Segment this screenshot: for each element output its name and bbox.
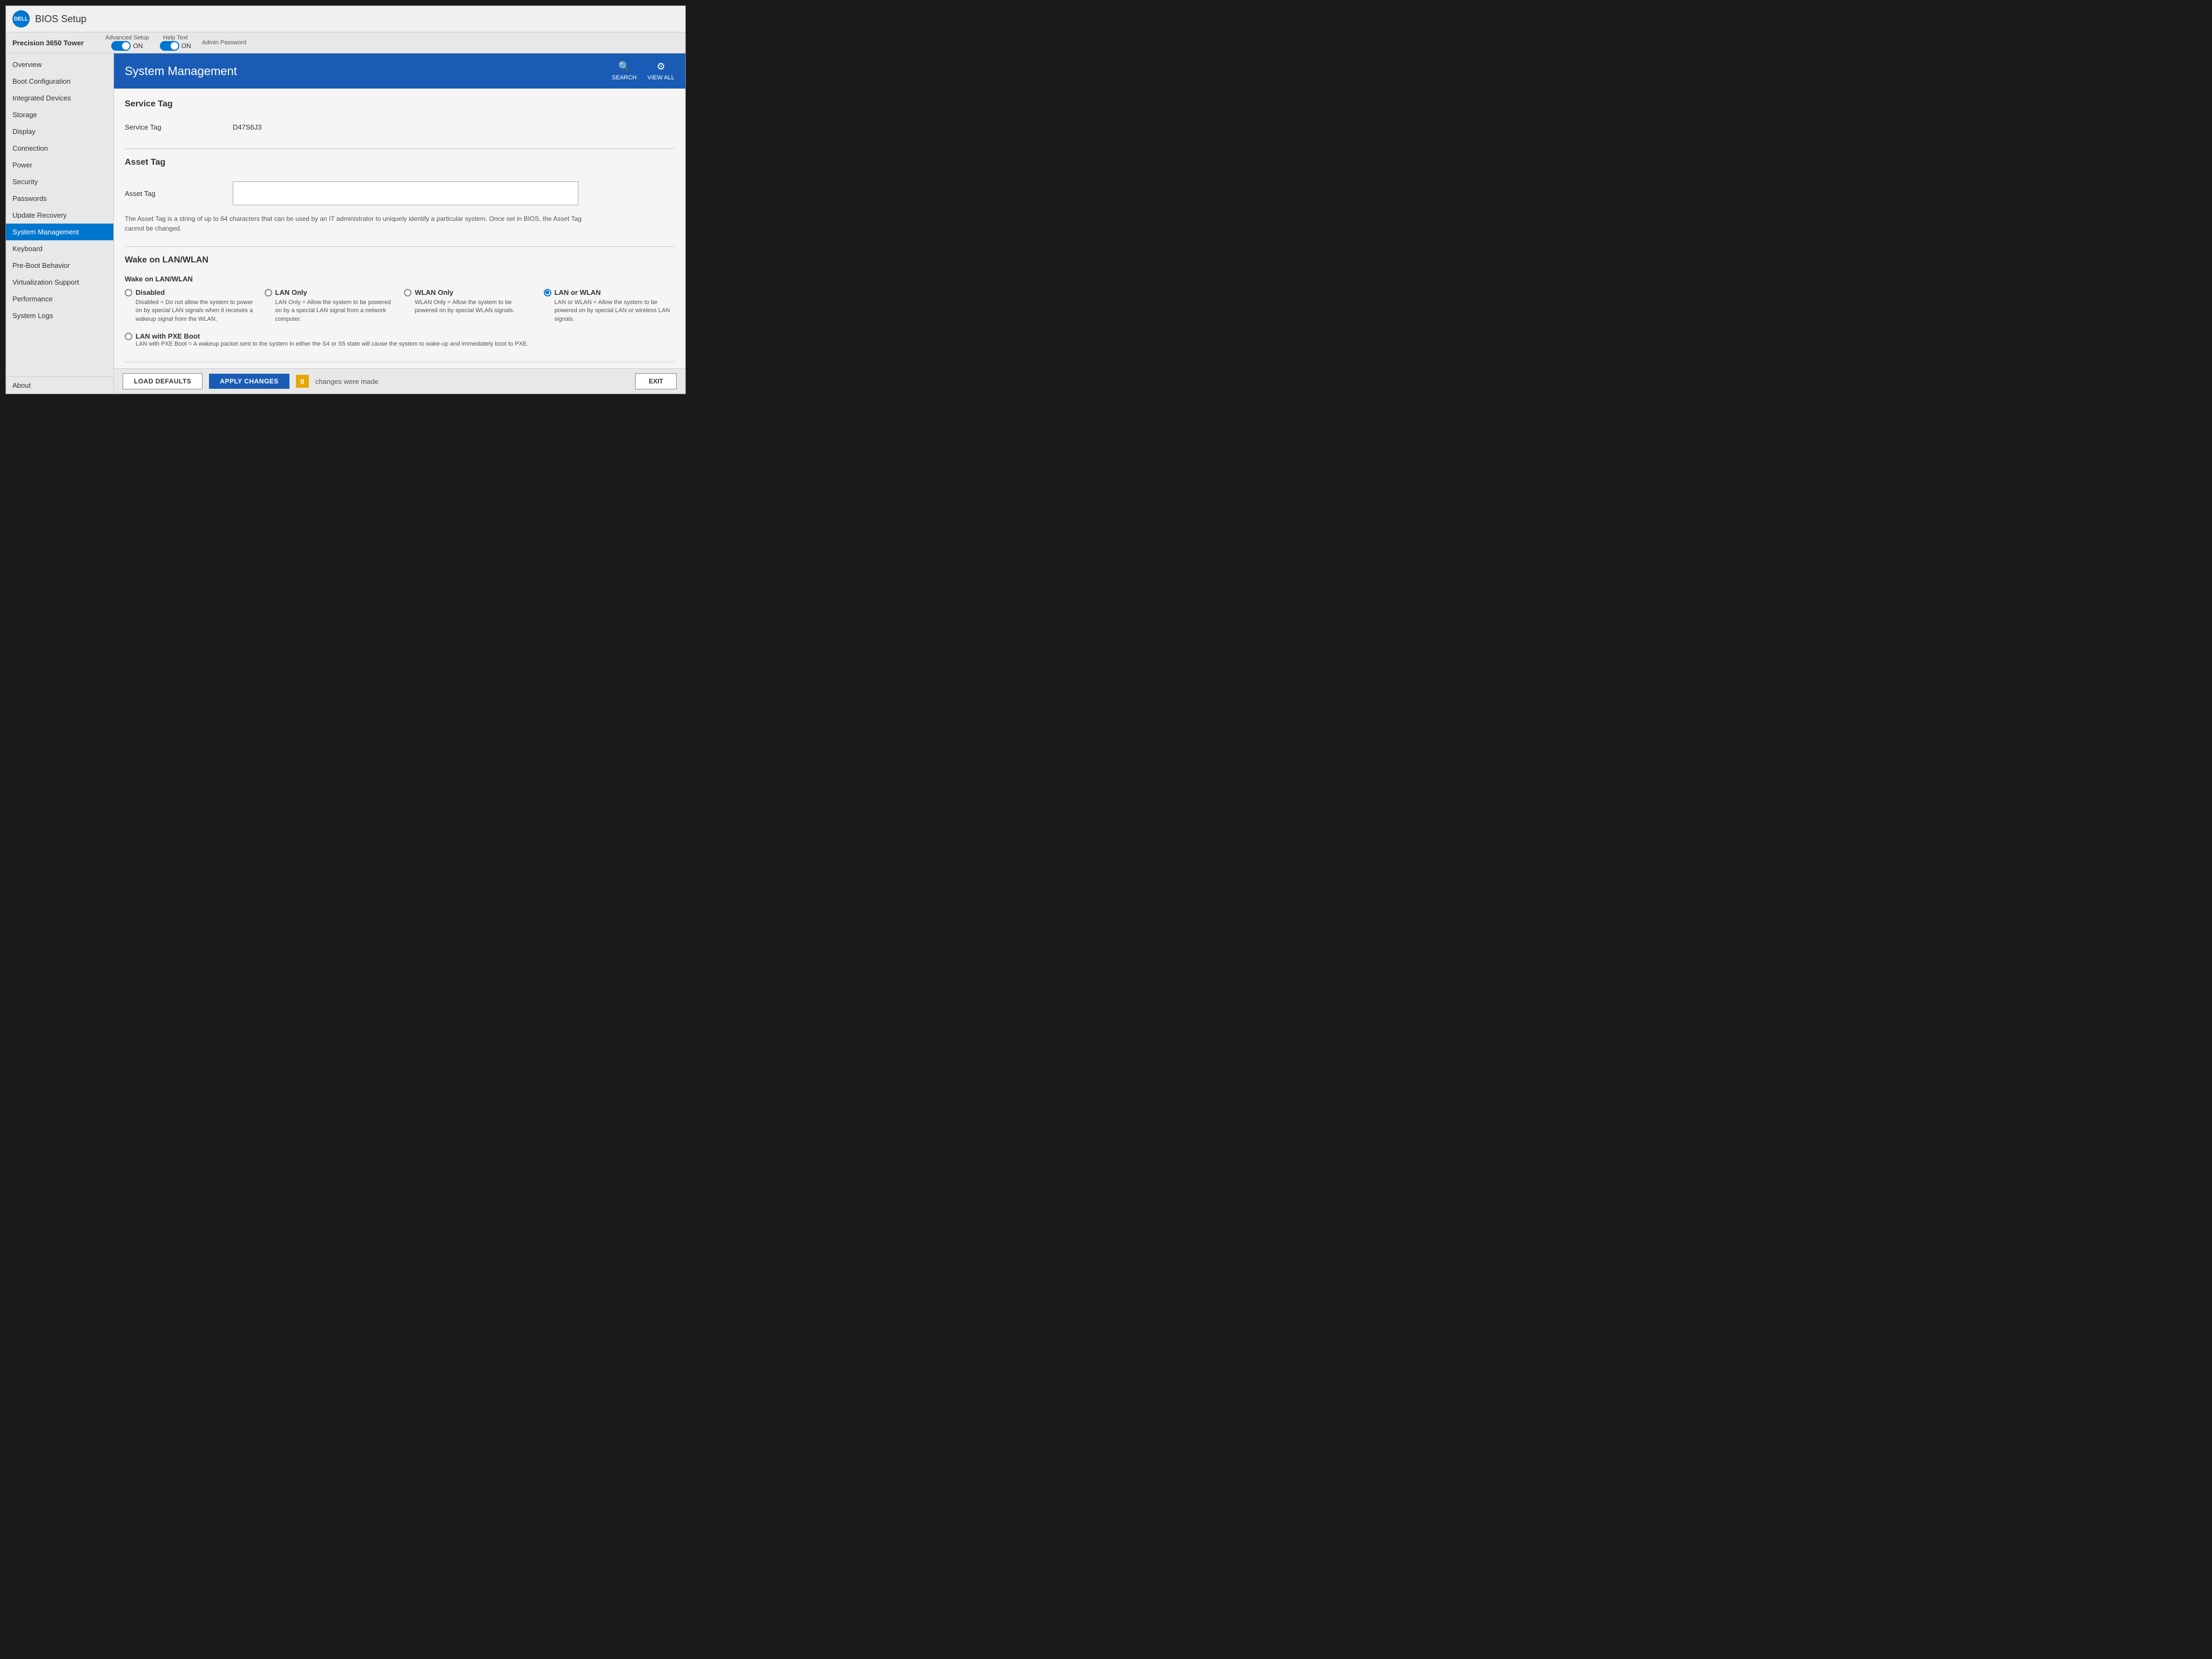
service-tag-label: Service Tag bbox=[125, 123, 233, 131]
divider-2 bbox=[125, 246, 675, 247]
content-panel: System Management 🔍 SEARCH ⚙ VIEW ALL bbox=[114, 53, 685, 394]
radio-label-lan-only: LAN Only bbox=[275, 288, 307, 296]
changes-count-badge: 0 bbox=[296, 375, 309, 388]
sidebar-item-virtualization-support[interactable]: Virtualization Support bbox=[6, 274, 113, 291]
radio-header-lan-or-wlan[interactable]: LAN or WLAN bbox=[544, 288, 675, 296]
radio-label-wlan-only: WLAN Only bbox=[415, 288, 454, 296]
help-text-label: Help Text bbox=[163, 35, 188, 41]
radio-btn-wlan-only[interactable] bbox=[404, 289, 412, 296]
sidebar-item-system-logs[interactable]: System Logs bbox=[6, 307, 113, 324]
sidebar-item-boot-configuration[interactable]: Boot Configuration bbox=[6, 73, 113, 90]
sidebar-item-security[interactable]: Security bbox=[6, 173, 113, 190]
view-all-icon: ⚙ bbox=[657, 61, 665, 72]
radio-option-lan-only: LAN Only LAN Only = Allow the system to … bbox=[265, 288, 396, 323]
service-tag-value: D47S6J3 bbox=[233, 123, 261, 131]
search-icon: 🔍 bbox=[618, 61, 630, 72]
radio-option-pxe: LAN with PXE Boot LAN with PXE Boot = A … bbox=[125, 332, 675, 348]
sidebar-container: Overview Boot Configuration Integrated D… bbox=[6, 56, 113, 394]
asset-tag-section: Asset Tag Asset Tag The Asset Tag is a s… bbox=[125, 158, 675, 233]
asset-tag-description: The Asset Tag is a string of up to 64 ch… bbox=[125, 214, 595, 233]
content-header: System Management 🔍 SEARCH ⚙ VIEW ALL bbox=[114, 53, 685, 89]
radio-option-wlan-only: WLAN Only WLAN Only = Allow the system t… bbox=[404, 288, 535, 323]
asset-tag-input[interactable] bbox=[233, 181, 578, 205]
wake-on-lan-subtitle: Wake on LAN/WLAN bbox=[125, 275, 675, 283]
asset-tag-row: Asset Tag bbox=[125, 177, 675, 210]
advanced-setup-state: ON bbox=[133, 42, 143, 50]
bios-window: DELL BIOS Setup Precision 3650 Tower Adv… bbox=[5, 5, 686, 394]
radio-label-pxe: LAN with PXE Boot bbox=[136, 332, 200, 340]
radio-header-pxe[interactable]: LAN with PXE Boot bbox=[125, 332, 675, 340]
service-tag-title: Service Tag bbox=[125, 99, 675, 111]
sidebar-item-keyboard[interactable]: Keyboard bbox=[6, 240, 113, 257]
search-button[interactable]: 🔍 SEARCH bbox=[612, 61, 637, 81]
load-defaults-button[interactable]: LOAD DEFAULTS bbox=[123, 373, 203, 389]
asset-tag-title: Asset Tag bbox=[125, 158, 675, 170]
advanced-setup-toggle-group: Advanced Setup ON bbox=[105, 35, 149, 51]
radio-desc-lan-only: LAN Only = Allow the system to be powere… bbox=[265, 299, 396, 323]
header-actions: 🔍 SEARCH ⚙ VIEW ALL bbox=[612, 61, 675, 81]
radio-btn-lan-or-wlan[interactable] bbox=[544, 289, 551, 296]
device-name: Precision 3650 Tower bbox=[12, 39, 84, 47]
asset-tag-label: Asset Tag bbox=[125, 190, 233, 198]
sidebar-item-integrated-devices[interactable]: Integrated Devices bbox=[6, 90, 113, 106]
sidebar-item-storage[interactable]: Storage bbox=[6, 106, 113, 123]
radio-option-disabled: Disabled Disabled = Do not allow the sys… bbox=[125, 288, 256, 323]
advanced-setup-toggle[interactable]: ON bbox=[111, 41, 143, 51]
sidebar: Overview Boot Configuration Integrated D… bbox=[6, 53, 114, 394]
wake-on-lan-title: Wake on LAN/WLAN bbox=[125, 255, 675, 267]
sidebar-item-display[interactable]: Display bbox=[6, 123, 113, 140]
help-text-state: ON bbox=[181, 42, 191, 50]
toolbar: Precision 3650 Tower Advanced Setup ON H… bbox=[6, 32, 685, 53]
dell-logo: DELL bbox=[12, 10, 30, 28]
advanced-setup-switch[interactable] bbox=[111, 41, 131, 51]
radio-btn-disabled[interactable] bbox=[125, 289, 132, 296]
apply-changes-button[interactable]: APPLY CHANGES bbox=[209, 374, 289, 389]
service-tag-row: Service Tag D47S6J3 bbox=[125, 119, 675, 136]
wake-on-lan-options: Disabled Disabled = Do not allow the sys… bbox=[125, 288, 675, 323]
bottom-bar: LOAD DEFAULTS APPLY CHANGES 0 changes we… bbox=[114, 368, 685, 394]
sidebar-item-performance[interactable]: Performance bbox=[6, 291, 113, 307]
radio-btn-lan-only[interactable] bbox=[265, 289, 272, 296]
radio-label-lan-or-wlan: LAN or WLAN bbox=[555, 288, 601, 296]
radio-header-disabled[interactable]: Disabled bbox=[125, 288, 256, 296]
sidebar-item-connection[interactable]: Connection bbox=[6, 140, 113, 157]
help-text-toggle[interactable]: ON bbox=[160, 41, 191, 51]
sidebar-nav: Overview Boot Configuration Integrated D… bbox=[6, 56, 113, 376]
admin-password-label: Admin Password bbox=[202, 39, 247, 46]
radio-option-lan-or-wlan: LAN or WLAN LAN or WLAN = Allow the syst… bbox=[544, 288, 675, 323]
radio-desc-pxe: LAN with PXE Boot = A wakeup packet sent… bbox=[125, 340, 675, 348]
advanced-setup-label: Advanced Setup bbox=[105, 35, 149, 41]
sidebar-item-system-management[interactable]: System Management bbox=[6, 224, 113, 240]
title-bar: DELL BIOS Setup bbox=[6, 6, 685, 32]
radio-btn-pxe[interactable] bbox=[125, 333, 132, 340]
sidebar-item-passwords[interactable]: Passwords bbox=[6, 190, 113, 207]
radio-desc-lan-or-wlan: LAN or WLAN = Allow the system to be pow… bbox=[544, 299, 675, 323]
main-content: Overview Boot Configuration Integrated D… bbox=[6, 53, 685, 394]
search-label: SEARCH bbox=[612, 75, 637, 81]
sidebar-item-power[interactable]: Power bbox=[6, 157, 113, 173]
help-text-switch[interactable] bbox=[160, 41, 179, 51]
admin-password-group: Admin Password bbox=[202, 39, 247, 46]
help-text-toggle-group: Help Text ON bbox=[160, 35, 191, 51]
radio-label-disabled: Disabled bbox=[136, 288, 165, 296]
radio-header-lan-only[interactable]: LAN Only bbox=[265, 288, 396, 296]
sidebar-item-about[interactable]: About bbox=[6, 376, 113, 394]
exit-button[interactable]: EXIT bbox=[635, 373, 677, 389]
content-title: System Management bbox=[125, 64, 237, 78]
sidebar-item-pre-boot-behavior[interactable]: Pre-Boot Behavior bbox=[6, 257, 113, 274]
view-all-button[interactable]: ⚙ VIEW ALL bbox=[648, 61, 675, 81]
sidebar-item-overview[interactable]: Overview bbox=[6, 56, 113, 73]
wake-on-lan-section: Wake on LAN/WLAN Wake on LAN/WLAN Disabl… bbox=[125, 255, 675, 349]
radio-desc-disabled: Disabled = Do not allow the system to po… bbox=[125, 299, 256, 323]
radio-header-wlan-only[interactable]: WLAN Only bbox=[404, 288, 535, 296]
content-scroll[interactable]: Service Tag Service Tag D47S6J3 Asset Ta… bbox=[114, 89, 685, 368]
changes-text: changes were made bbox=[315, 377, 379, 386]
service-tag-section: Service Tag Service Tag D47S6J3 bbox=[125, 99, 675, 136]
sidebar-item-update-recovery[interactable]: Update Recovery bbox=[6, 207, 113, 224]
view-all-label: VIEW ALL bbox=[648, 75, 675, 81]
radio-desc-wlan-only: WLAN Only = Allow the system to be power… bbox=[404, 299, 535, 315]
bios-title: BIOS Setup bbox=[35, 14, 86, 25]
